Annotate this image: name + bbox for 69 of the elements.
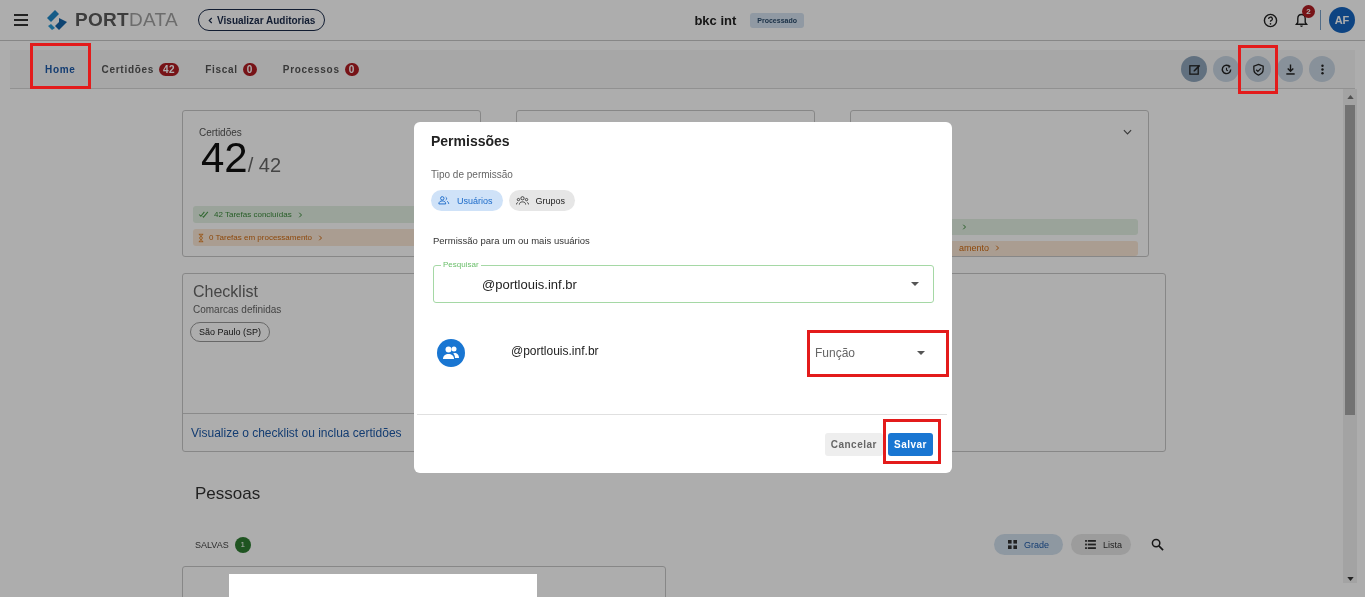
brand-name: PORTDATA: [75, 9, 179, 31]
toolbar-button[interactable]: [1181, 56, 1207, 82]
view-toggle[interactable]: Grade: [993, 534, 1063, 555]
dropdown-caret-icon: [917, 351, 925, 355]
group-icon: [515, 196, 529, 205]
people-icon: [438, 196, 450, 205]
highlight-frame: [30, 43, 91, 89]
tab[interactable]: Home: [35, 50, 86, 88]
edit-icon: [1187, 62, 1201, 76]
list-icon: [1085, 540, 1096, 549]
notification-badge: 2: [1302, 4, 1315, 18]
highlight-frame: [1238, 45, 1278, 94]
user-email: @portlouis.inf.br: [511, 344, 600, 358]
chevron-right-icon: [994, 244, 1001, 253]
scrollbar[interactable]: [1343, 89, 1357, 583]
chevron-right-icon: [296, 210, 303, 219]
logo-icon: [45, 9, 69, 31]
highlight-frame: [883, 419, 941, 464]
bell-icon[interactable]: [1295, 12, 1308, 28]
saved-label: SALVAS: [195, 539, 229, 550]
refresh-icon: [1219, 62, 1233, 76]
grid-icon: [1007, 540, 1017, 549]
scroll-up-icon: [1346, 95, 1354, 99]
section-title: Pessoas: [195, 484, 261, 504]
download-icon: [1283, 62, 1297, 76]
hourglass-icon: [198, 232, 204, 243]
dropdown-caret-icon: [911, 282, 919, 286]
bar-text: amento: [959, 243, 990, 254]
card-title: Certidões: [199, 127, 242, 138]
toolbar-button[interactable]: [1277, 56, 1303, 82]
menu-icon[interactable]: [14, 14, 28, 26]
count-total: / 42: [247, 154, 282, 177]
permission-type-chip[interactable]: Usuários: [431, 190, 503, 211]
scrollbar-thumb[interactable]: [1345, 105, 1355, 415]
dialog-title: Permissões: [431, 133, 511, 149]
role-select[interactable]: Função: [815, 340, 934, 366]
scroll-down-icon: [1346, 577, 1354, 581]
bar-text: 0 Tarefas em processamento: [209, 233, 312, 242]
toolbar-button[interactable]: [1245, 56, 1271, 82]
chevron-right-icon: [961, 222, 967, 231]
help-icon[interactable]: [1263, 12, 1278, 28]
user-group-avatar-icon: [437, 339, 465, 367]
field-label: Pesquisar: [441, 260, 481, 269]
save-button[interactable]: Salvar: [887, 432, 933, 456]
audit-title: bkc int: [694, 12, 737, 28]
toolbar-button[interactable]: [1213, 56, 1239, 82]
view-toggle[interactable]: Lista: [1071, 534, 1131, 555]
field-value: @portlouis.inf.br: [482, 276, 577, 292]
count-badge: 0: [344, 62, 359, 76]
tab[interactable]: Fiscal 0: [195, 50, 267, 88]
user-avatar[interactable]: AF: [1329, 7, 1355, 33]
tab[interactable]: Certidões 42: [91, 50, 190, 88]
checklist-link[interactable]: Visualize o checklist ou inclua certidões: [191, 425, 402, 440]
count-badge: 1: [234, 536, 251, 553]
search-icon[interactable]: [1151, 538, 1164, 551]
chevron-right-icon: [317, 233, 323, 242]
count-badge: 42: [159, 62, 180, 76]
card-subtitle: Comarcas definidas: [193, 304, 282, 315]
cancel-button[interactable]: Cancelar: [824, 432, 883, 456]
count-value: 42: [201, 138, 248, 178]
card-title: Checklist: [193, 283, 258, 301]
count-badge: 0: [242, 62, 257, 76]
shield-check-icon: [1251, 62, 1265, 76]
double-check-icon: [198, 211, 209, 218]
bar-text: 42 Tarefas concluídas: [214, 210, 292, 219]
field-label: Tipo de permissão: [431, 169, 514, 180]
chevron-left-icon: [208, 16, 214, 24]
permission-type-chip[interactable]: Grupos: [508, 190, 576, 211]
tab[interactable]: Processos 0: [272, 50, 369, 88]
